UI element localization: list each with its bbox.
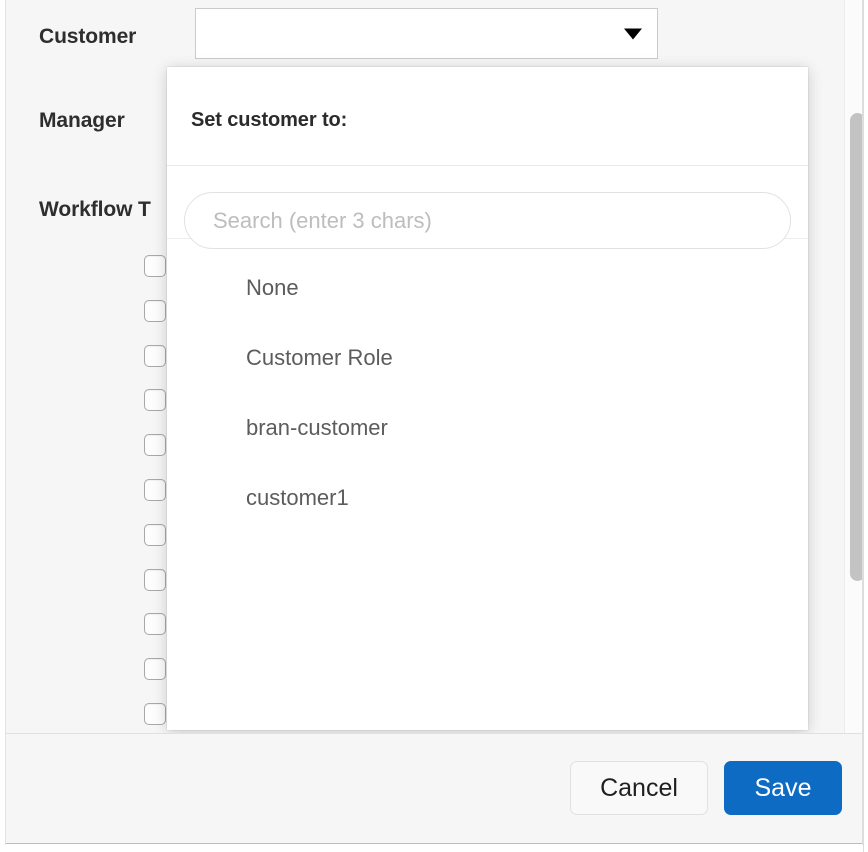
edit-dialog: Customer Manager Workflow T Set customer… [5,0,863,845]
workflow-checkbox-column [6,0,181,733]
screen-root: Customer Manager Workflow T Set customer… [0,0,868,852]
workflow-checkbox[interactable] [144,299,166,322]
workflow-checkbox[interactable] [144,658,166,681]
list-item[interactable]: bran-customer [167,393,808,463]
workflow-checkbox[interactable] [144,434,166,457]
workflow-checkbox[interactable] [144,389,166,412]
customer-option-list[interactable]: None Customer Role bran-customer customer1 [167,253,808,730]
vertical-scrollbar-thumb[interactable] [850,113,862,581]
list-item[interactable]: customer1 [167,463,808,533]
dialog-bottom-edge [6,843,862,845]
customer-select[interactable] [195,8,658,59]
workflow-checkbox[interactable] [144,255,166,277]
popup-search-row [167,166,808,249]
search-input[interactable] [184,192,791,249]
workflow-checkbox[interactable] [144,479,166,501]
workflow-checkbox[interactable] [144,344,166,367]
workflow-checkbox[interactable] [144,568,166,591]
save-button[interactable]: Save [724,761,842,815]
workflow-checkbox[interactable] [144,703,166,725]
popup-title: Set customer to: [191,109,348,131]
workflow-checkbox[interactable] [144,523,166,546]
list-item[interactable]: None [167,253,808,323]
dialog-footer: Cancel Save [6,733,862,844]
window-right-edge [863,0,868,852]
chevron-down-icon [624,28,642,39]
list-item[interactable]: Customer Role [167,323,808,393]
workflow-checkbox[interactable] [144,613,166,636]
cancel-button[interactable]: Cancel [570,761,708,815]
dialog-body: Customer Manager Workflow T Set customer… [6,0,862,733]
popup-header: Set customer to: [167,67,808,166]
vertical-scrollbar-track[interactable] [844,0,862,733]
customer-picker-popup: Set customer to: NoneCustomer Rolebran-c… [167,67,808,730]
